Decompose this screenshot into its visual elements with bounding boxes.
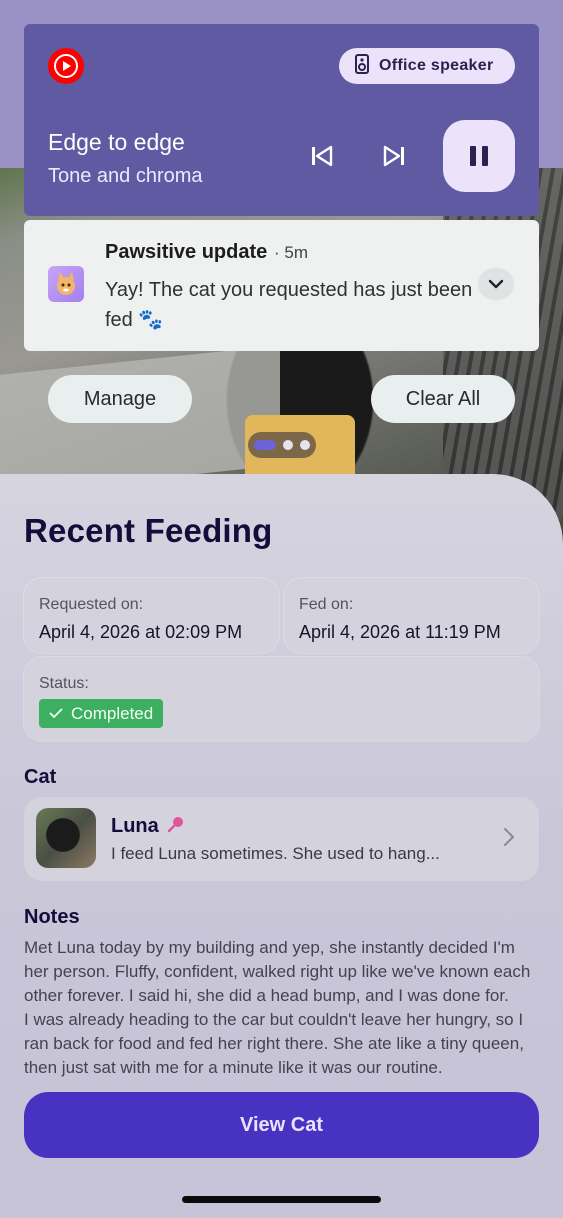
previous-track-button[interactable] [304,138,340,174]
cat-description: I feed Luna sometimes. She used to hang.… [111,844,440,863]
home-indicator[interactable] [182,1196,381,1203]
notes-section-label: Notes [24,906,80,928]
speaker-label: Office speaker [379,57,494,74]
cat-avatar [36,808,96,868]
status-label: Status: [39,675,89,692]
expand-notification-button[interactable] [478,268,514,300]
feeding-details-sheet: Recent Feeding Requested on: April 4, 20… [0,474,563,1218]
notification-time: · 5m [274,243,309,262]
page-dot-active [254,440,276,450]
status-text: Completed [71,703,154,723]
track-artist: Tone and chroma [48,165,203,187]
chevron-right-icon [503,827,515,852]
track-title: Edge to edge [48,129,185,155]
pause-button[interactable] [443,120,515,192]
photo-page-indicator[interactable] [248,432,316,458]
status-badge: Completed [39,699,164,728]
fed-on-label: Fed on: [299,596,354,613]
output-device-chip[interactable]: Office speaker [339,48,515,84]
skip-previous-icon [312,145,333,167]
female-pin-icon [167,815,185,838]
notes-paragraph: I was already heading to the car but cou… [24,1010,524,1077]
manage-notifications-button[interactable]: Manage [48,375,192,423]
cat-name: Luna [111,815,159,837]
status-card: Status: Completed [24,657,539,741]
notification-app-name: Pawsitive update [105,241,268,263]
view-cat-button[interactable]: View Cat [24,1092,539,1158]
pause-icon [470,146,488,166]
notes-paragraph: Met Luna today by my building and yep, s… [24,938,531,1005]
cat-card[interactable]: Luna I feed Luna sometimes. She used to … [24,797,539,881]
media-player-card[interactable]: Office speaker Edge to edge Tone and chr… [24,24,539,216]
check-icon [49,708,63,718]
fed-on-value: April 4, 2026 at 11:19 PM [299,622,501,642]
notification-body: Yay! The cat you requested has just been… [105,279,473,331]
skip-next-icon [383,145,404,167]
feeding-notes: Met Luna today by my building and yep, s… [24,936,539,1091]
clear-all-button[interactable]: Clear All [371,375,515,423]
page-dot [283,440,293,450]
page-dot [300,440,310,450]
speaker-icon [355,53,369,79]
page-title: Recent Feeding [24,512,273,549]
requested-on-label: Requested on: [39,596,144,613]
cat-app-icon [48,266,84,302]
requested-on-card: Requested on: April 4, 2026 at 02:09 PM [24,578,279,653]
requested-on-value: April 4, 2026 at 02:09 PM [39,622,243,642]
app-notification[interactable]: Pawsitive update · 5m Yay! The cat you r… [24,220,539,351]
cat-section-label: Cat [24,766,57,788]
youtube-music-icon [48,48,84,84]
fed-on-card: Fed on: April 4, 2026 at 11:19 PM [284,578,539,653]
next-track-button[interactable] [376,138,412,174]
chevron-down-icon [488,279,504,289]
